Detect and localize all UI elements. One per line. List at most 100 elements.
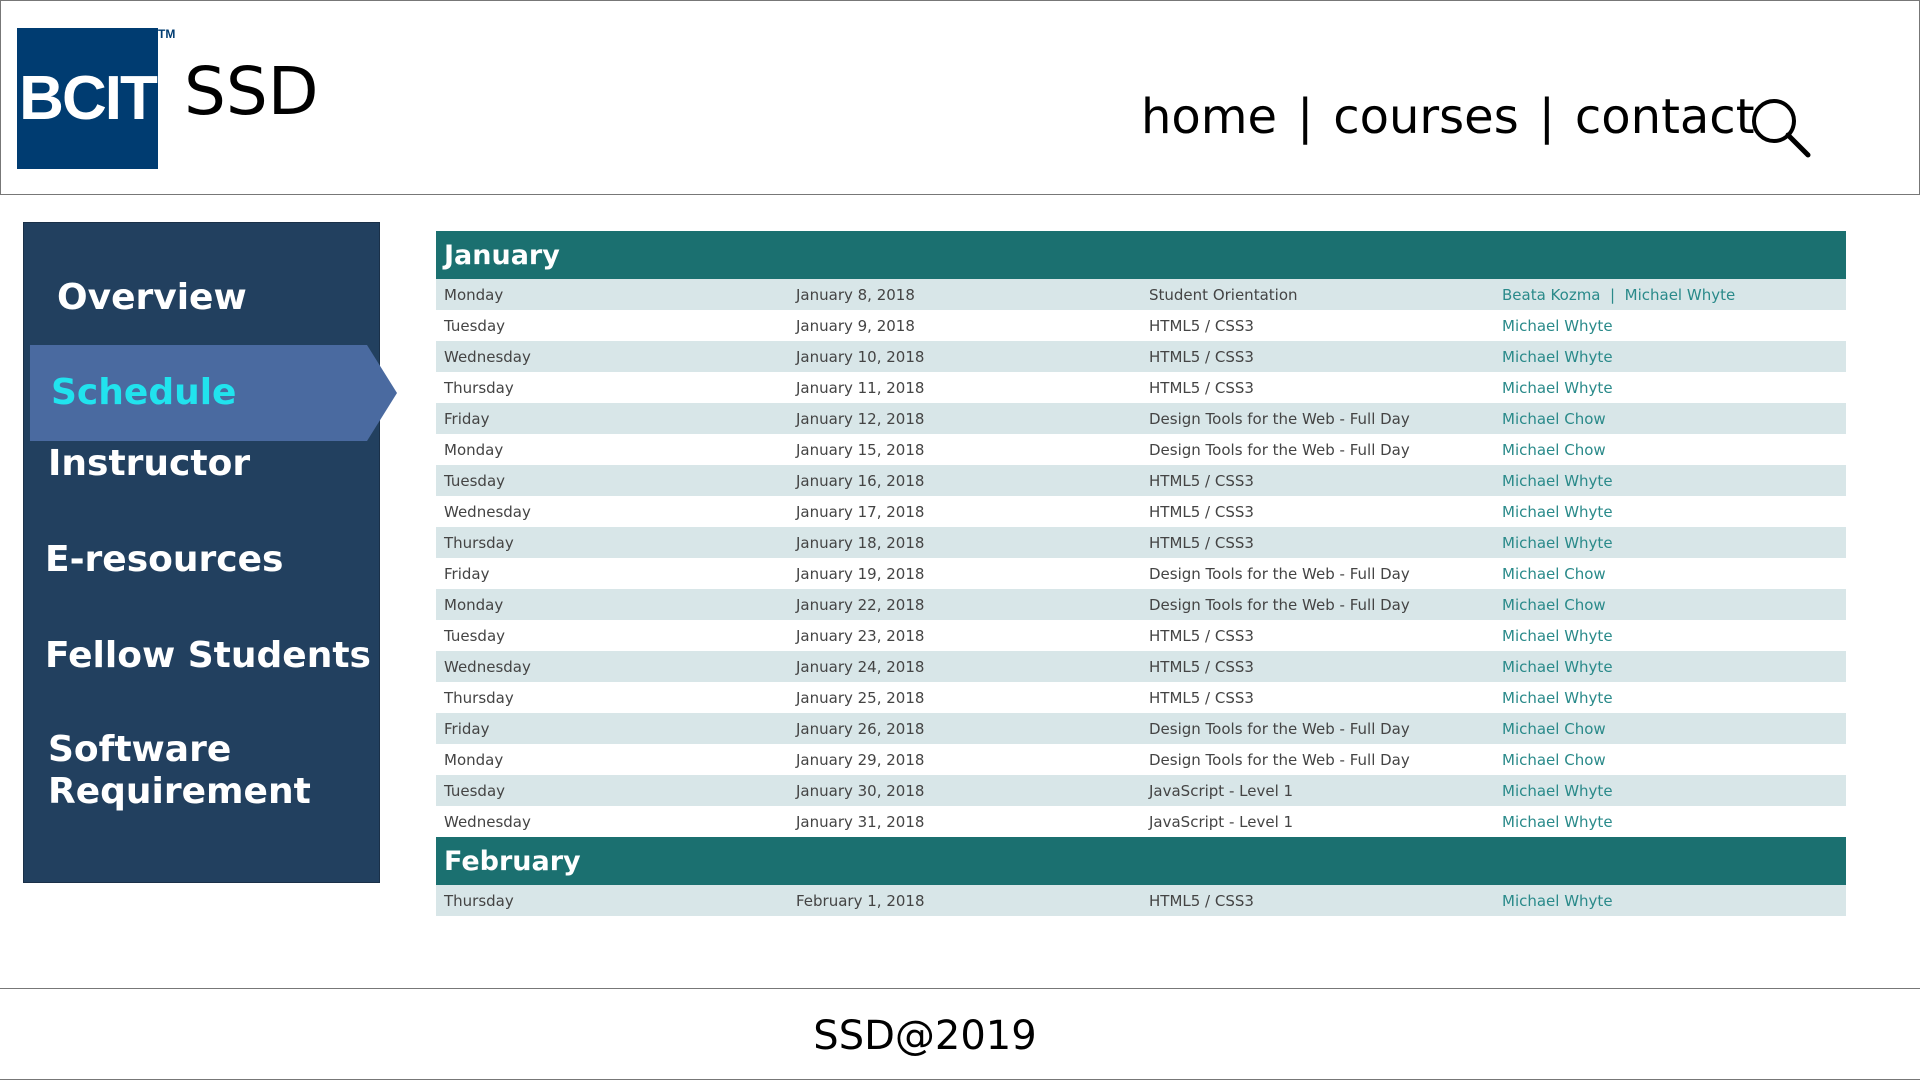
course-cell: JavaScript - Level 1 [1149, 781, 1294, 800]
instructor-link[interactable]: Michael Whyte [1502, 658, 1613, 676]
day-cell: Thursday [444, 688, 514, 707]
course-cell: HTML5 / CSS3 [1149, 316, 1254, 335]
course-cell: Design Tools for the Web - Full Day [1149, 595, 1410, 614]
day-cell: Tuesday [444, 781, 506, 800]
day-cell: Thursday [444, 378, 514, 397]
table-row: Monday January 29, 2018 Design Tools for t… [436, 744, 1846, 775]
instructor-cell: Michael Chow [1494, 441, 1846, 459]
instructor-separator: | [1600, 285, 1625, 304]
day-cell: Tuesday [444, 626, 506, 645]
day-cell: Thursday [444, 891, 514, 910]
instructor-link[interactable]: Michael Whyte [1502, 348, 1613, 366]
instructor-link[interactable]: Michael Chow [1502, 441, 1606, 459]
instructor-link[interactable]: Michael Whyte [1502, 782, 1613, 800]
instructor-link[interactable]: Michael Chow [1502, 410, 1606, 428]
instructor-cell: Beata Kozma | Michael Whyte [1494, 286, 1846, 304]
bcit-logo[interactable]: BCIT [17, 28, 158, 169]
nav-separator: | [1538, 89, 1555, 145]
course-cell: Design Tools for the Web - Full Day [1149, 564, 1410, 583]
date-cell: February 1, 2018 [796, 891, 925, 910]
sidebar-item-instructor[interactable]: Instructor [48, 443, 250, 485]
sidebar-item-overview[interactable]: Overview [57, 277, 247, 319]
course-cell: HTML5 / CSS3 [1149, 471, 1254, 490]
nav-home-link[interactable]: home [1141, 93, 1277, 141]
table-row: Wednesday January 24, 2018 HTML5 / CSS3 Mic… [436, 651, 1846, 682]
course-cell: JavaScript - Level 1 [1149, 812, 1294, 831]
nav-contact-link[interactable]: contact [1575, 93, 1755, 141]
date-cell: January 11, 2018 [796, 378, 925, 397]
top-nav: home | courses | contact [1141, 87, 1755, 147]
instructor-cell: Michael Whyte [1494, 317, 1846, 335]
day-cell: Monday [444, 595, 504, 614]
site-title: SSD [184, 53, 319, 130]
course-cell: Student Orientation [1149, 285, 1298, 304]
instructor-cell: Michael Whyte [1494, 782, 1846, 800]
sidebar: Overview Schedule Instructor E-resources… [23, 222, 397, 883]
search-button[interactable] [1750, 97, 1812, 159]
instructor-link[interactable]: Michael Whyte [1502, 689, 1613, 707]
instructor-link[interactable]: Michael Whyte [1502, 892, 1613, 910]
instructor-cell: Michael Whyte [1494, 379, 1846, 397]
date-cell: January 31, 2018 [796, 812, 925, 831]
day-cell: Monday [444, 750, 504, 769]
instructor-link[interactable]: Michael Chow [1502, 720, 1606, 738]
instructor-cell: Michael Whyte [1494, 627, 1846, 645]
sidebar-item-label: Schedule [51, 372, 237, 413]
instructor-link[interactable]: Michael Whyte [1502, 472, 1613, 490]
instructor-link[interactable]: Michael Chow [1502, 596, 1606, 614]
nav-courses-link[interactable]: courses [1333, 93, 1518, 141]
instructor-cell: Michael Chow [1494, 596, 1846, 614]
instructor-link[interactable]: Michael Whyte [1502, 503, 1613, 521]
date-cell: January 10, 2018 [796, 347, 925, 366]
month-name: January [444, 239, 560, 271]
search-icon [1752, 99, 1811, 158]
day-cell: Tuesday [444, 316, 506, 335]
date-cell: January 26, 2018 [796, 719, 925, 738]
date-cell: January 30, 2018 [796, 781, 925, 800]
instructor-cell: Michael Chow [1494, 720, 1846, 738]
course-cell: HTML5 / CSS3 [1149, 533, 1254, 552]
instructor-cell: Michael Whyte [1494, 813, 1846, 831]
date-cell: January 23, 2018 [796, 626, 925, 645]
day-cell: Tuesday [444, 471, 506, 490]
date-cell: January 29, 2018 [796, 750, 925, 769]
instructor-cell: Michael Whyte [1494, 503, 1846, 521]
table-row: Friday January 12, 2018 Design Tools for t… [436, 403, 1846, 434]
table-row: Tuesday January 23, 2018 HTML5 / CSS3 Micha… [436, 620, 1846, 651]
course-cell: HTML5 / CSS3 [1149, 688, 1254, 707]
day-cell: Wednesday [444, 502, 531, 521]
instructor-cell: Michael Whyte [1494, 348, 1846, 366]
day-cell: Friday [444, 564, 490, 583]
instructor-cell: Michael Whyte [1494, 689, 1846, 707]
day-cell: Wednesday [444, 347, 531, 366]
instructor-link[interactable]: Michael Whyte [1502, 627, 1613, 645]
month-header: January [436, 231, 1846, 279]
sidebar-item-e-resources[interactable]: E-resources [45, 539, 283, 581]
site-footer: SSD@2019 [0, 988, 1920, 1080]
sidebar-item-schedule[interactable]: Schedule [30, 345, 400, 441]
sidebar-item-fellow-students[interactable]: Fellow Students [45, 635, 371, 677]
instructor-cell: Michael Whyte [1494, 892, 1846, 910]
instructor-link[interactable]: Michael Whyte [1502, 534, 1613, 552]
instructor-link[interactable]: Michael Chow [1502, 565, 1606, 583]
day-cell: Monday [444, 440, 504, 459]
table-row: Thursday January 11, 2018 HTML5 / CSS3 Mich… [436, 372, 1846, 403]
instructor-link[interactable]: Michael Whyte [1625, 286, 1736, 304]
date-cell: January 15, 2018 [796, 440, 925, 459]
date-cell: January 17, 2018 [796, 502, 925, 521]
instructor-link[interactable]: Michael Whyte [1502, 379, 1613, 397]
instructor-link[interactable]: Michael Whyte [1502, 317, 1613, 335]
instructor-link[interactable]: Michael Whyte [1502, 813, 1613, 831]
instructor-cell: Michael Whyte [1494, 658, 1846, 676]
course-cell: HTML5 / CSS3 [1149, 891, 1254, 910]
table-row: Friday January 26, 2018 Design Tools for t… [436, 713, 1846, 744]
logo-text: BCIT [19, 64, 158, 133]
table-row: Thursday January 25, 2018 HTML5 / CSS3 Mich… [436, 682, 1846, 713]
instructor-link[interactable]: Beata Kozma [1502, 286, 1601, 304]
table-row: Friday January 19, 2018 Design Tools for t… [436, 558, 1846, 589]
sidebar-item-software-requirement[interactable]: Software Requirement [48, 729, 348, 813]
instructor-link[interactable]: Michael Chow [1502, 751, 1606, 769]
instructor-cell: Michael Whyte [1494, 534, 1846, 552]
course-cell: HTML5 / CSS3 [1149, 657, 1254, 676]
date-cell: January 9, 2018 [796, 316, 915, 335]
